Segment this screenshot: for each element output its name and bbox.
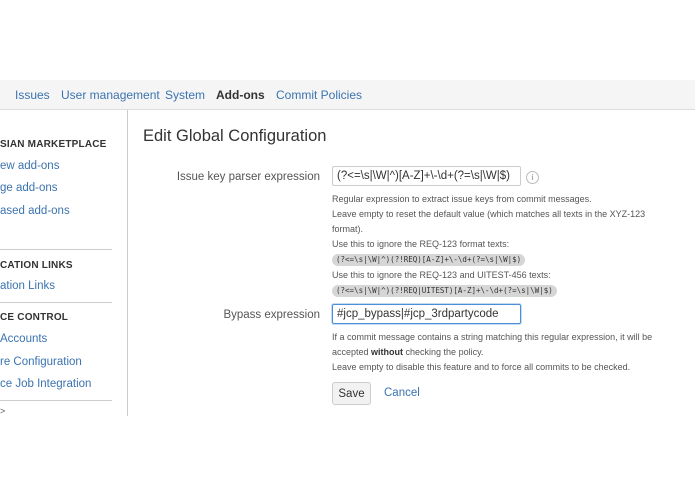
issue-key-parser-label: Issue key parser expression [176,171,320,183]
tab-commit-policies[interactable]: Commit Policies [276,88,362,102]
sidebar-item-configuration[interactable]: re Configuration [0,356,82,368]
info-icon[interactable]: i [526,171,539,184]
help-text: Regular expression to extract issue keys… [332,194,592,204]
emphasis-text: without [371,347,404,357]
sidebar-heading-source-control: CE CONTROL [0,312,69,323]
admin-top-nav: Issues User management System Add-ons Co… [0,80,695,110]
bypass-expression-help: If a commit message contains a string ma… [332,330,692,375]
sidebar-heading-application-links: CATION LINKS [0,260,73,271]
sidebar-item-find-new-add-ons[interactable]: ew add-ons [0,160,59,172]
sidebar-item-accounts[interactable]: Accounts [0,333,47,345]
issue-key-parser-help: Regular expression to extract issue keys… [332,192,692,299]
admin-sidebar: SIAN MARKETPLACE ew add-ons ge add-ons a… [0,110,128,416]
bypass-expression-label: Bypass expression [223,309,320,321]
help-text: Use this to ignore the REQ-123 and UITES… [332,270,551,280]
tab-issues[interactable]: Issues [15,88,50,102]
help-text: format). [332,224,364,234]
help-text: If a commit message contains a string ma… [332,332,653,342]
main-content: Edit Global Configuration Issue key pars… [128,110,695,416]
sidebar-more-indicator[interactable]: > [0,406,5,416]
help-text: Leave empty to disable this feature and … [332,362,631,372]
bypass-expression-input[interactable] [332,304,521,324]
sidebar-item-purchased-add-ons[interactable]: ased add-ons [0,205,70,217]
issue-key-parser-input[interactable] [332,166,521,186]
sidebar-heading-marketplace: SIAN MARKETPLACE [0,139,107,150]
help-text: Leave empty to reset the default value (… [332,209,646,219]
sidebar-item-application-links[interactable]: ation Links [0,280,55,292]
tab-add-ons[interactable]: Add-ons [216,88,265,102]
help-text: accepted without checking the policy. [332,347,484,357]
help-text: Use this to ignore the REQ-123 format te… [332,239,510,249]
tab-system[interactable]: System [165,88,205,102]
page-title: Edit Global Configuration [143,127,327,145]
sidebar-divider [0,302,112,303]
sidebar-divider [0,400,112,401]
regex-example-code: (?<=\s|\W|^)(?!REQ|UITEST)[A-Z]+\-\d+(?=… [332,285,557,297]
regex-example-code: (?<=\s|\W|^)(?!REQ)[A-Z]+\-\d+(?=\s|\W|$… [332,254,526,266]
sidebar-item-manage-add-ons[interactable]: ge add-ons [0,182,58,194]
tab-user-management[interactable]: User management [61,88,160,102]
sidebar-item-job-integration[interactable]: ce Job Integration [0,378,91,390]
cancel-link[interactable]: Cancel [384,387,420,399]
save-button[interactable]: Save [332,382,371,405]
sidebar-divider [0,249,112,250]
